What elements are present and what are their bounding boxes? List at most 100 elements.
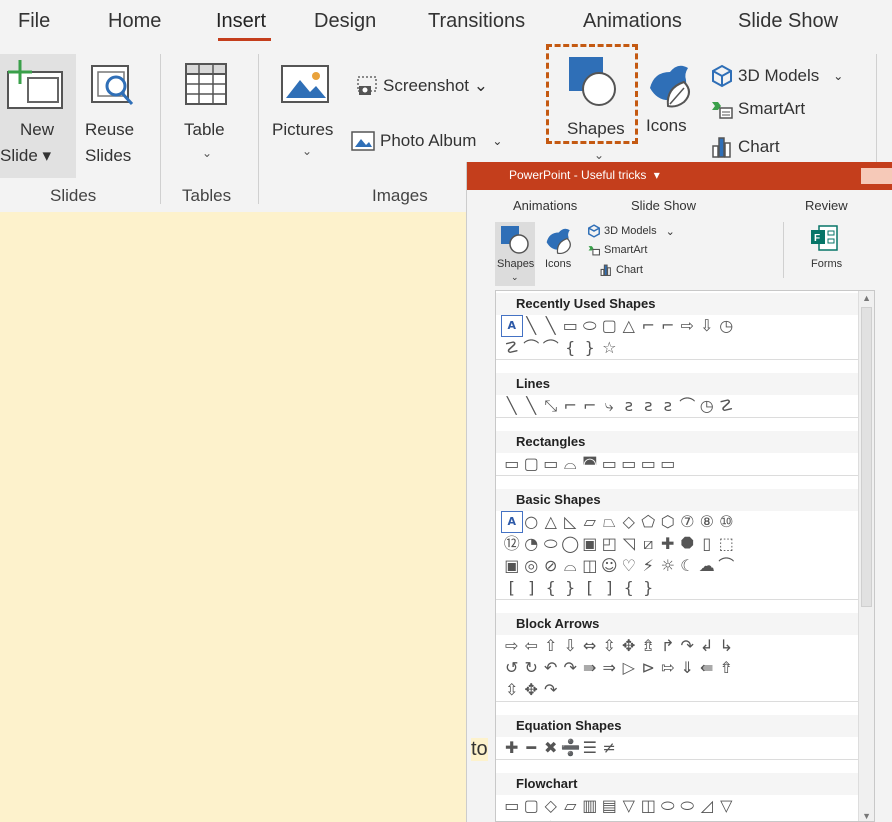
3d-models-button[interactable]: 3D Models ⌄ (587, 224, 675, 238)
shape-option[interactable]: ▭ (639, 454, 659, 474)
shape-option[interactable]: ⌒ (678, 396, 698, 416)
chart-button[interactable]: Chart (710, 136, 780, 158)
shape-option[interactable]: ƨ (639, 396, 659, 416)
shape-option[interactable]: ⊕ (600, 818, 620, 821)
shape-option[interactable]: ƨ (658, 396, 678, 416)
shape-option[interactable]: ⇮ (717, 658, 737, 678)
shape-option[interactable]: ↷ (541, 680, 561, 700)
shape-option[interactable]: ⑩ (717, 512, 737, 532)
gallery-scrollbar[interactable]: ▲ ▼ (858, 291, 874, 821)
shape-option[interactable]: ⊘ (541, 556, 561, 576)
shape-option[interactable]: ⊗ (580, 818, 600, 821)
shape-option[interactable]: ⇳ (502, 680, 522, 700)
photo-album-button[interactable]: Photo Album ⌄ (350, 130, 502, 152)
shape-option[interactable]: ⌐ (561, 396, 581, 416)
shape-option[interactable]: ♡ (619, 556, 639, 576)
shape-option[interactable]: ▥ (580, 796, 600, 816)
shape-option[interactable]: ⌒ (522, 338, 542, 358)
shape-option[interactable]: ⬖ (639, 818, 659, 821)
shape-option[interactable]: △ (619, 316, 639, 336)
shape-option[interactable]: ⌒ (541, 338, 561, 358)
pictures-button[interactable]: Pictures ⌄ (268, 54, 346, 178)
shape-option[interactable]: } (639, 578, 659, 598)
new-slide-button[interactable]: New Slide ▾ (0, 54, 76, 178)
shape-option[interactable]: ▤ (600, 796, 620, 816)
shapes-button[interactable]: Shapes (546, 44, 638, 144)
shape-option[interactable]: ◗ (717, 818, 737, 821)
tab-animations[interactable]: Animations (583, 10, 682, 33)
shape-option[interactable]: ✚ (502, 738, 522, 758)
shape-option[interactable]: ○ (502, 818, 522, 821)
forms-button[interactable]: F Forms (797, 222, 849, 272)
shape-option[interactable]: ✥ (522, 680, 542, 700)
shape-option[interactable]: ↳ (717, 636, 737, 656)
shape-option[interactable]: ▭ (600, 454, 620, 474)
shape-option[interactable]: ◎ (522, 556, 542, 576)
shape-option[interactable]: ◇ (541, 796, 561, 816)
shape-option[interactable]: ⌐ (639, 316, 659, 336)
shape-option[interactable]: ⌒ (717, 556, 737, 576)
scroll-down-icon[interactable]: ▼ (862, 811, 871, 821)
shape-option[interactable]: ▭ (502, 796, 522, 816)
shape-option[interactable]: ⧄ (639, 534, 659, 554)
shape-option[interactable]: ⬚ (717, 534, 737, 554)
shape-option[interactable]: ◺ (561, 512, 581, 532)
shape-option[interactable]: ⇚ (697, 658, 717, 678)
smartart-button[interactable]: SmartArt (587, 244, 647, 256)
3d-models-button[interactable]: 3D Models ⌄ (710, 64, 843, 88)
shape-option[interactable]: ⇰ (658, 658, 678, 678)
shape-option[interactable]: ▢ (522, 796, 542, 816)
shape-option[interactable]: ☰ (580, 738, 600, 758)
tab-review[interactable]: Review (805, 198, 848, 213)
shape-option[interactable]: ☾ (678, 556, 698, 576)
shape-option[interactable]: ⌓ (561, 454, 581, 474)
shape-option[interactable]: ≠ (600, 738, 620, 758)
shape-option[interactable]: ⇩ (561, 636, 581, 656)
shape-option[interactable]: ⚡ (639, 556, 659, 576)
tab-slide-show[interactable]: Slide Show (738, 10, 838, 33)
shape-option[interactable]: ▭ (502, 454, 522, 474)
shape-option[interactable]: ⑫ (502, 534, 522, 554)
shape-option[interactable]: ╲ (522, 396, 542, 416)
shape-option[interactable]: } (561, 578, 581, 598)
shape-option[interactable]: ◷ (717, 316, 737, 336)
shape-option[interactable]: ⬠ (541, 818, 561, 821)
shape-option[interactable]: ◹ (619, 534, 639, 554)
scrollbar-thumb[interactable] (861, 307, 872, 607)
shape-option[interactable]: ⑧ (697, 512, 717, 532)
shape-option[interactable]: ⌓ (561, 556, 581, 576)
shape-option[interactable]: ⌐ (658, 316, 678, 336)
shape-option[interactable]: ▭ (658, 454, 678, 474)
shape-option[interactable]: ] (522, 578, 542, 598)
shape-option[interactable]: ◖ (697, 818, 717, 821)
shape-option[interactable]: ⇩ (697, 316, 717, 336)
shape-option[interactable]: ▱ (580, 512, 600, 532)
shape-option[interactable]: ☼ (658, 556, 678, 576)
shape-option[interactable]: { (619, 578, 639, 598)
shapes-button[interactable]: Shapes ⌄ (495, 222, 535, 286)
shape-option[interactable]: ⏢ (600, 512, 620, 532)
shape-option[interactable]: ╲ (541, 316, 561, 336)
shape-option[interactable]: ◫ (639, 796, 659, 816)
shape-option[interactable]: ◷ (697, 396, 717, 416)
shape-option[interactable]: ▿ (522, 818, 542, 821)
shape-option[interactable]: ▽ (717, 796, 737, 816)
shape-option[interactable]: ⇔ (580, 636, 600, 656)
shape-option[interactable]: { (561, 338, 581, 358)
shape-option[interactable]: ━ (522, 738, 542, 758)
shape-option[interactable]: ⇳ (600, 636, 620, 656)
shape-option[interactable]: ▭ (619, 454, 639, 474)
shape-option[interactable]: ✥ (619, 636, 639, 656)
shape-option[interactable]: ☁ (697, 556, 717, 576)
tab-file[interactable]: File (18, 10, 50, 33)
title-chevron-icon[interactable]: ▾ (654, 168, 660, 182)
shape-option[interactable]: ⬠ (639, 512, 659, 532)
shape-option[interactable]: ▭ (541, 454, 561, 474)
shape-option[interactable]: } (580, 338, 600, 358)
icons-button[interactable]: Icons (640, 54, 706, 154)
shape-option[interactable]: ↻ (522, 658, 542, 678)
shape-option[interactable]: [ (580, 578, 600, 598)
shape-option[interactable]: ▢ (522, 454, 542, 474)
shape-option[interactable]: ☡ (717, 396, 737, 416)
shape-option[interactable]: ⧗ (619, 818, 639, 821)
